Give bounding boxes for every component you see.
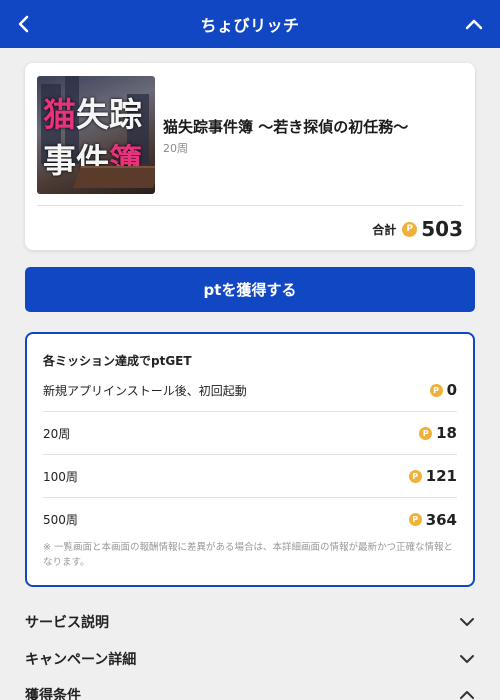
mission-points-value: 18: [436, 424, 457, 442]
mission-label: 新規アプリインストール後、初回起動: [43, 383, 247, 398]
accordion-acquisition-conditions[interactable]: 獲得条件: [25, 678, 475, 700]
mission-label: 100周: [43, 469, 78, 484]
mission-row: 500周 P 364: [43, 498, 457, 541]
total-value: 503: [421, 217, 463, 241]
book-illustration: [72, 166, 155, 188]
chevron-down-icon: [460, 655, 474, 663]
accordion-service-description[interactable]: サービス説明: [25, 605, 475, 639]
accordion-label: サービス説明: [25, 615, 109, 631]
accordion-label: 獲得条件: [25, 688, 81, 700]
point-coin-icon: P: [408, 469, 422, 483]
accordion-campaign-details[interactable]: キャンペーン詳細: [25, 642, 475, 676]
point-coin-icon: P: [408, 513, 422, 526]
mission-points: P 0: [429, 381, 457, 399]
total-label: 合計: [372, 222, 397, 237]
mission-points-value: 0: [446, 381, 457, 399]
mission-points-value: 121: [425, 467, 457, 485]
mission-label: 20周: [43, 426, 71, 441]
app-card: 猫失踪 事件簿 猫失踪事件簿 〜若き探偵の初任務〜 20周 合計 P 503: [25, 63, 475, 250]
mission-heading: 各ミッション達成でptGET: [43, 354, 192, 368]
divider: [37, 205, 463, 206]
accordion-label: キャンペーン詳細: [25, 652, 137, 668]
chevron-left-icon: [18, 15, 29, 33]
page-title: ちょびリッチ: [200, 16, 300, 35]
app-title: 猫失踪事件簿 〜若き探偵の初任務〜: [163, 118, 409, 136]
app-subtitle: 20周: [163, 142, 188, 155]
collapse-button[interactable]: [460, 10, 488, 38]
mission-points: P 18: [419, 424, 457, 442]
mission-row: 100周 P 121: [43, 455, 457, 498]
point-coin-icon: P: [429, 383, 443, 397]
mission-row: 新規アプリインストール後、初回起動 P 0: [43, 369, 457, 412]
point-coin-icon: P: [402, 221, 418, 237]
back-button[interactable]: [10, 10, 38, 38]
mission-list: 各ミッション達成でptGET 新規アプリインストール後、初回起動 P 0 20周…: [25, 332, 475, 587]
mission-points-value: 364: [425, 510, 457, 529]
thumbnail-title-line1: 猫失踪: [43, 95, 142, 134]
point-coin-icon: P: [419, 426, 433, 440]
get-points-button[interactable]: ptを獲得する: [25, 267, 475, 312]
disclaimer-note: ※ 一覧画面と本画面の報酬情報に差異がある場合は、本詳細画面の情報が最新かつ正確…: [43, 542, 453, 568]
mission-row: 20周 P 18: [43, 412, 457, 455]
mission-points: P 121: [408, 467, 457, 485]
chevron-up-icon: [460, 691, 474, 699]
chevron-up-icon: [465, 19, 483, 30]
mission-label: 500周: [43, 513, 78, 527]
app-thumbnail: 猫失踪 事件簿: [37, 76, 155, 194]
total-points: 合計 P 503: [372, 217, 463, 241]
mission-points: P 364: [408, 510, 457, 529]
chevron-down-icon: [460, 618, 474, 626]
top-bar: ちょびリッチ: [0, 0, 500, 48]
